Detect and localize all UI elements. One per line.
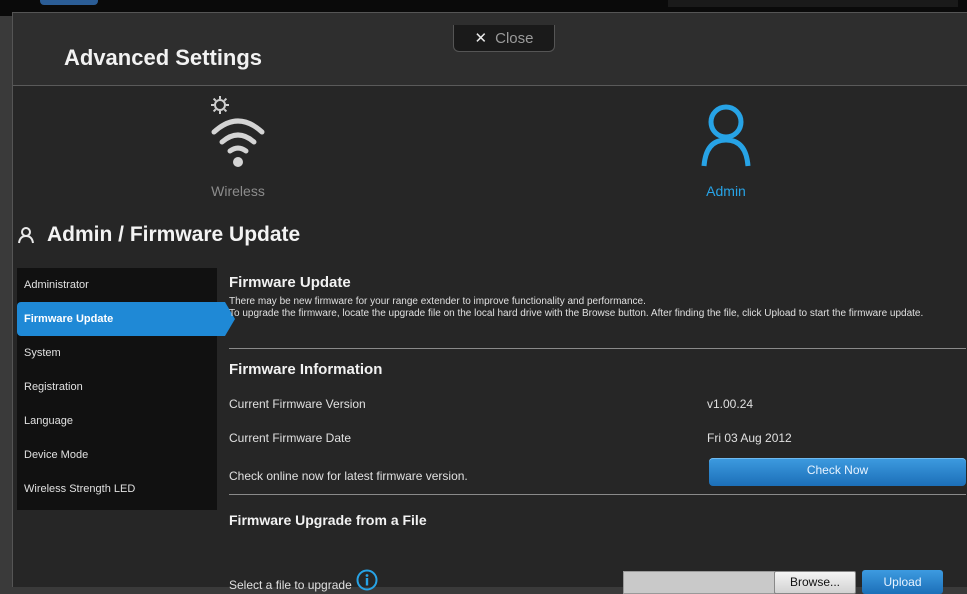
advanced-settings-panel: Advanced Settings ✕ Close Wireless Admin…: [12, 12, 967, 594]
top-tab: [40, 0, 98, 5]
info-icon[interactable]: [356, 569, 378, 591]
top-bar: [668, 0, 958, 7]
check-now-button[interactable]: Check Now: [709, 458, 966, 486]
user-icon: [701, 104, 751, 167]
section-title: Admin / Firmware Update: [17, 223, 300, 247]
divider: [229, 348, 966, 349]
nav-admin[interactable]: Admin: [671, 92, 781, 199]
browse-button[interactable]: Browse...: [774, 571, 856, 594]
firmware-info-heading: Firmware Information: [229, 361, 383, 378]
firmware-update-desc-2: To upgrade the firmware, locate the upgr…: [229, 308, 924, 319]
close-label: Close: [495, 29, 534, 47]
upgrade-heading: Firmware Upgrade from a File: [229, 512, 427, 528]
file-path-field[interactable]: [623, 571, 775, 594]
sidebar-item-device-mode[interactable]: Device Mode: [17, 438, 217, 472]
sidebar-item-administrator[interactable]: Administrator: [17, 268, 217, 302]
category-nav: Wireless Admin: [13, 86, 967, 206]
firmware-version-value: v1.00.24: [707, 397, 754, 411]
user-icon: [18, 227, 34, 244]
close-button[interactable]: ✕ Close: [453, 25, 555, 52]
nav-admin-label: Admin: [706, 183, 746, 199]
nav-wireless[interactable]: Wireless: [183, 92, 293, 199]
select-file-row: Select a file to upgrade: [229, 569, 378, 592]
firmware-update-section: Firmware Update There may be new firmwar…: [229, 274, 966, 320]
close-icon: ✕: [474, 30, 488, 47]
panel-title: Advanced Settings: [64, 45, 263, 70]
sidebar-item-registration[interactable]: Registration: [17, 370, 217, 404]
divider: [229, 494, 966, 495]
firmware-update-heading: Firmware Update: [229, 274, 351, 291]
check-online-text: Check online now for latest firmware ver…: [229, 469, 468, 483]
sidebar-item-language[interactable]: Language: [17, 404, 217, 438]
sidebar-item-system[interactable]: System: [17, 336, 217, 370]
firmware-date-value: Fri 03 Aug 2012: [707, 431, 792, 445]
section-title-text: Admin / Firmware Update: [47, 223, 301, 246]
nav-wireless-label: Wireless: [211, 183, 265, 199]
select-file-label: Select a file to upgrade: [229, 578, 352, 592]
firmware-version-label: Current Firmware Version: [229, 397, 366, 411]
sidebar-item-wireless-strength-led[interactable]: Wireless Strength LED: [17, 472, 217, 506]
sidebar-item-firmware-update[interactable]: Firmware Update: [17, 302, 235, 336]
upload-button[interactable]: Upload: [862, 570, 943, 594]
firmware-date-label: Current Firmware Date: [229, 431, 352, 445]
firmware-update-desc-1: There may be new firmware for your range…: [229, 296, 646, 307]
wifi-gear-icon: [211, 96, 265, 167]
sidebar: Administrator Firmware Update System Reg…: [17, 268, 235, 510]
